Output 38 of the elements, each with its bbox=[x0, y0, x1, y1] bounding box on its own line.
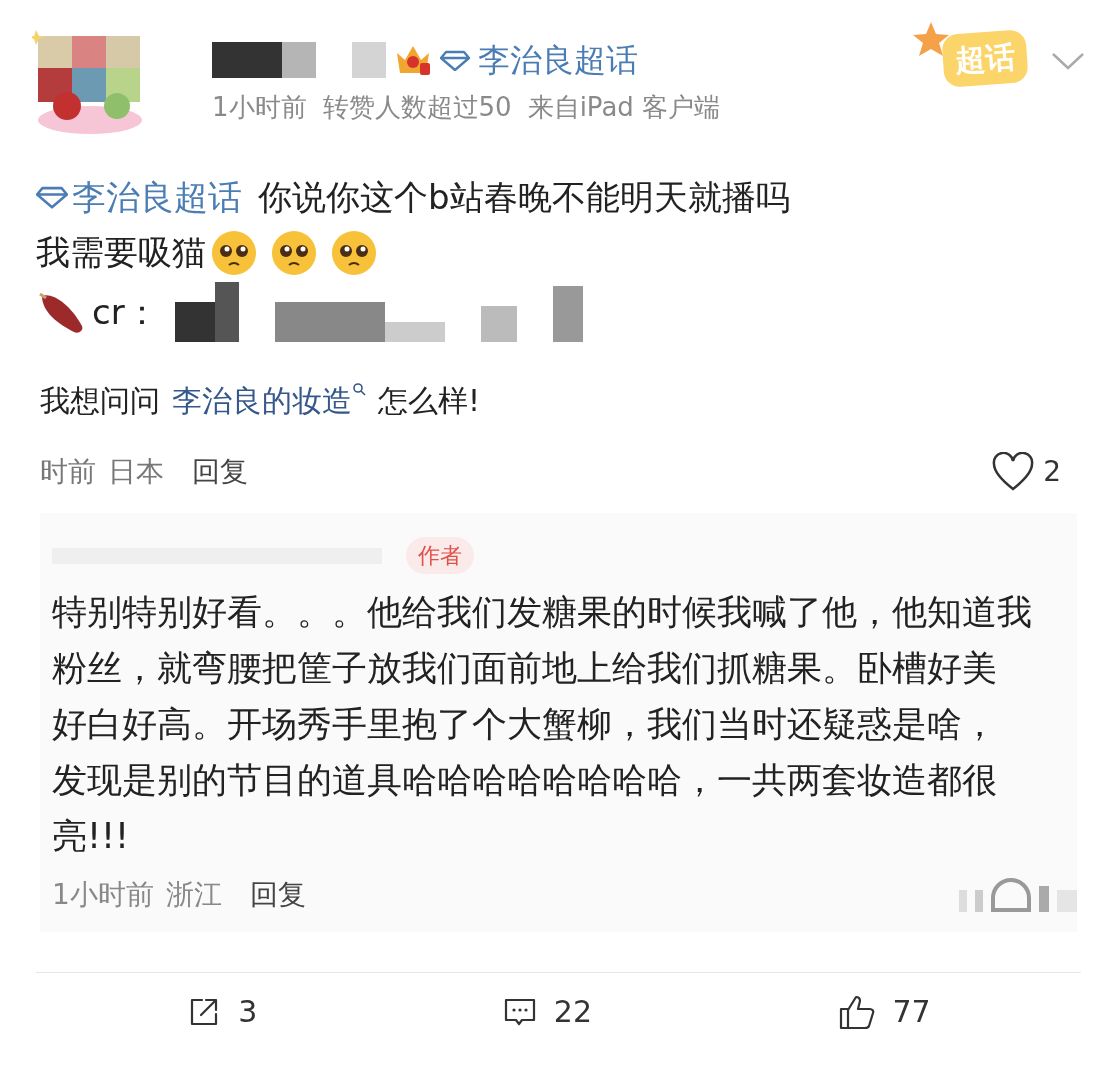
reply-text: 好白好高。开场秀手里抱了个大蟹柳，我们当时还疑惑是啥， bbox=[52, 703, 998, 746]
post-meta: 转赞人数超过50 bbox=[322, 91, 512, 124]
reply-text: 亮!!! bbox=[52, 815, 131, 858]
post-text: 我需要吸猫 bbox=[36, 231, 206, 274]
action-button[interactable]: 77 bbox=[828, 989, 939, 1034]
comment-text: 怎么样! bbox=[378, 382, 481, 420]
reply-link[interactable]: 回复 bbox=[249, 874, 306, 916]
pleading-emoji-icon bbox=[270, 228, 318, 277]
diamond-icon bbox=[36, 186, 68, 209]
topic-tag-link[interactable]: 李治良超话 bbox=[36, 172, 242, 223]
author-badge: 作者 bbox=[406, 537, 474, 574]
comment-location: 日本 bbox=[108, 454, 164, 490]
pleading-emoji-icon bbox=[210, 228, 258, 277]
diamond-icon bbox=[440, 49, 470, 71]
reply-link[interactable]: 回复 bbox=[192, 451, 248, 493]
search-link[interactable]: 李治良的妆造 bbox=[172, 378, 366, 423]
reply-text: 发现是别的节目的道具哈哈哈哈哈哈哈哈，一共两套妆造都很 bbox=[52, 759, 998, 802]
reply-text: 粉丝，就弯腰把筐子放我们面前地上给我们抓糖果。卧槽好美 bbox=[52, 647, 998, 690]
reply-time: 1小时前 bbox=[52, 877, 154, 913]
pleading-emoji-icon bbox=[330, 228, 378, 277]
search-icon bbox=[352, 382, 366, 396]
action-count: 22 bbox=[553, 993, 593, 1031]
comment-time: 时前 bbox=[40, 454, 96, 490]
blurred-icon bbox=[959, 878, 1077, 912]
post-text: 你说你这个b站春晚不能明天就播吗 bbox=[258, 176, 790, 219]
reply-text: 特别特别好看。。。他给我们发糖果的时候我喊了他，他知道我 bbox=[52, 591, 1033, 634]
action-count: 3 bbox=[238, 993, 258, 1031]
topic-link[interactable]: 李治良超话 bbox=[478, 36, 638, 84]
reply-location: 浙江 bbox=[165, 877, 222, 913]
heart-icon[interactable] bbox=[991, 452, 1036, 492]
comment-text: 我想问问 bbox=[40, 382, 160, 420]
like-count: 2 bbox=[1043, 454, 1061, 490]
action-button[interactable]: 22 bbox=[493, 989, 601, 1034]
action-count: 77 bbox=[892, 993, 931, 1031]
credit-label: cr： bbox=[92, 290, 159, 334]
post-meta: 来自iPad 客户端 bbox=[527, 91, 721, 124]
action-button[interactable]: 3 bbox=[178, 989, 266, 1034]
post-meta: 1小时前 bbox=[212, 91, 307, 124]
